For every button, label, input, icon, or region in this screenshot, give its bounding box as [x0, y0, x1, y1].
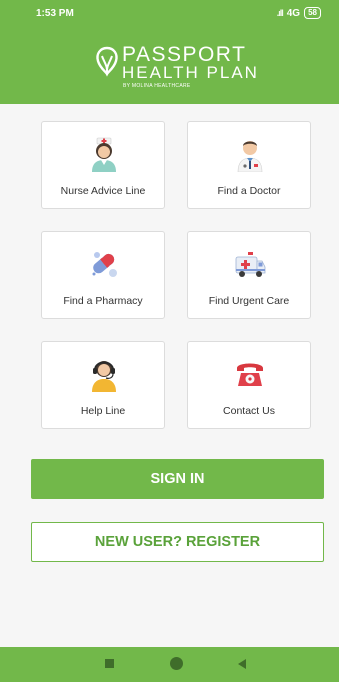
- battery-icon: 58: [304, 7, 321, 19]
- doctor-icon: [237, 141, 263, 172]
- sign-in-button[interactable]: SIGN IN: [31, 459, 324, 499]
- tile-nurse-advice-line[interactable]: Nurse Advice Line: [41, 121, 165, 209]
- tile-contact-us[interactable]: Contact Us: [187, 341, 311, 429]
- tile-label: Find a Doctor: [217, 185, 281, 197]
- passport-health-plan-logo: PASSPORT HEALTH PLAN BY MOLINA HEALTHCAR…: [94, 44, 264, 92]
- android-nav-bar: [0, 647, 339, 682]
- tile-help-line[interactable]: Help Line: [41, 341, 165, 429]
- tile-label: Find Urgent Care: [208, 295, 290, 307]
- telephone-icon: [237, 363, 263, 386]
- tile-find-urgent-care[interactable]: Find Urgent Care: [187, 231, 311, 319]
- app-header: 1:53 PM .ıll 4G 58 PASSPORT HEALTH PLAN …: [0, 0, 339, 104]
- logo-text-passport: PASSPORT: [122, 43, 247, 66]
- nurse-icon: [92, 137, 116, 172]
- register-button[interactable]: NEW USER? REGISTER: [31, 522, 324, 562]
- signal-icon: .ıll: [276, 8, 284, 18]
- tile-label: Find a Pharmacy: [63, 295, 143, 307]
- tile-label: Contact Us: [223, 405, 275, 417]
- home-icon[interactable]: [170, 657, 183, 670]
- pills-icon: [92, 252, 117, 277]
- back-icon[interactable]: [238, 659, 246, 669]
- tile-find-a-pharmacy[interactable]: Find a Pharmacy: [41, 231, 165, 319]
- status-bar: 1:53 PM .ıll 4G 58: [0, 0, 339, 24]
- status-time: 1:53 PM: [36, 8, 74, 19]
- status-indicators: .ıll 4G 58: [277, 7, 321, 19]
- network-type: 4G: [286, 7, 301, 19]
- recent-apps-icon[interactable]: [105, 659, 114, 668]
- tile-label: Help Line: [80, 405, 126, 417]
- logo-text-molina: BY MOLINA HEALTHCARE: [123, 83, 191, 89]
- ambulance-icon: [235, 252, 266, 277]
- logo-text-health-plan: HEALTH PLAN: [122, 63, 259, 82]
- tile-label: Nurse Advice Line: [60, 185, 146, 197]
- logo-mark-icon: [96, 46, 118, 77]
- headset-agent-icon: [92, 361, 116, 392]
- tile-find-a-doctor[interactable]: Find a Doctor: [187, 121, 311, 209]
